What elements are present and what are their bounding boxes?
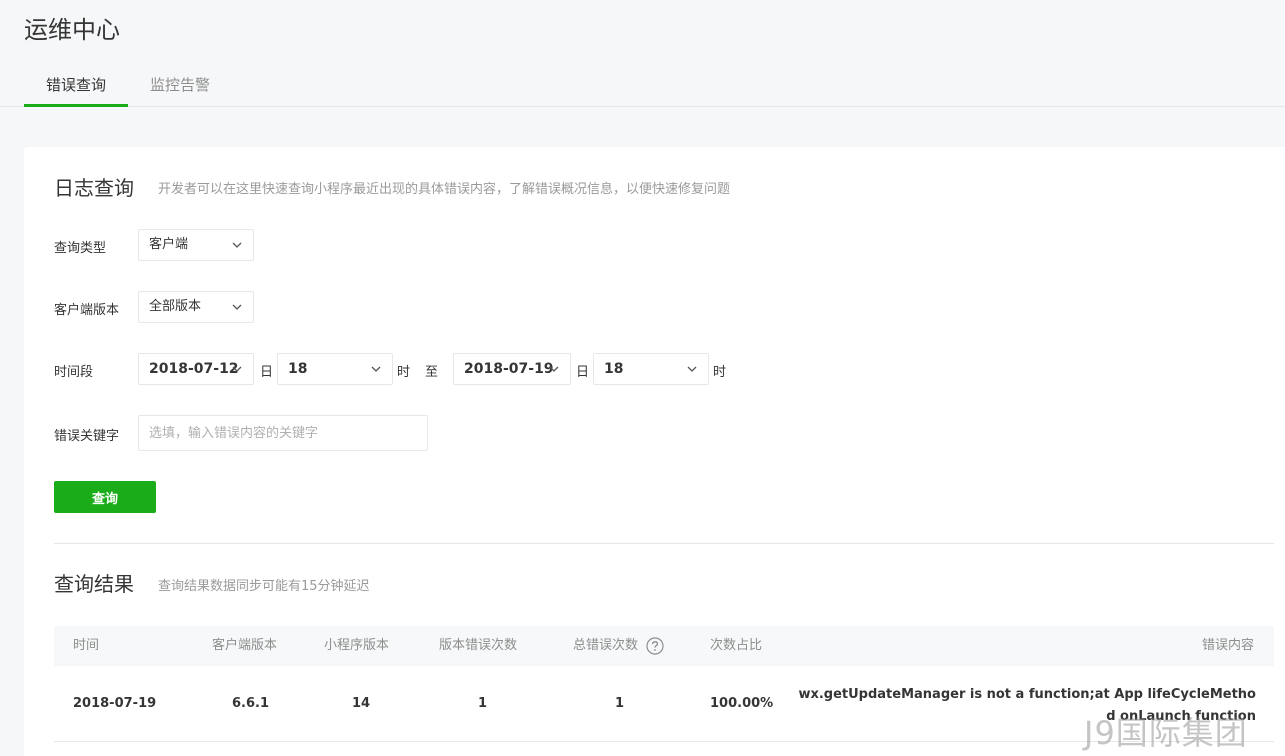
cell-client-version: 6.6.1 xyxy=(232,696,270,711)
log-query-description: 开发者可以在这里快速查询小程序最近出现的具体错误内容，了解错误概况信息，以便快速… xyxy=(158,182,731,197)
to-label: 至 xyxy=(425,365,439,380)
start-hour-select[interactable]: 18 xyxy=(277,353,393,385)
log-query-title: 日志查询 xyxy=(54,176,134,200)
cell-total-errors: 1 xyxy=(615,696,625,711)
chevron-down-icon xyxy=(232,366,242,372)
divider xyxy=(54,543,1274,544)
end-hour-select[interactable]: 18 xyxy=(593,353,709,385)
start-day-unit: 日 xyxy=(260,365,274,380)
page-title: 运维中心 xyxy=(24,16,120,44)
chevron-down-icon xyxy=(232,242,242,248)
question-help-icon[interactable] xyxy=(646,636,664,655)
column-header-total-errors-label: 总错误次数 xyxy=(573,638,639,653)
chevron-down-icon xyxy=(232,304,242,310)
results-title: 查询结果 xyxy=(54,572,134,596)
query-type-select[interactable]: 客户端 xyxy=(138,229,254,261)
watermark: J9国际集团 xyxy=(1084,714,1248,752)
client-version-value: 全部版本 xyxy=(149,299,202,314)
start-hour-value: 18 xyxy=(288,361,308,377)
column-header-app-version: 小程序版本 xyxy=(324,638,390,653)
cell-version-errors: 1 xyxy=(478,696,488,711)
chevron-down-icon xyxy=(371,366,381,372)
keyword-input[interactable] xyxy=(138,415,428,451)
column-header-client-version: 客户端版本 xyxy=(212,638,278,653)
column-header-version-errors: 版本错误次数 xyxy=(439,638,518,653)
start-date-value: 2018-07-12 xyxy=(149,361,239,377)
main-card: 日志查询 开发者可以在这里快速查询小程序最近出现的具体错误内容，了解错误概况信息… xyxy=(24,147,1285,756)
query-type-label: 查询类型 xyxy=(54,241,107,256)
chevron-down-icon xyxy=(549,366,559,372)
tab-bar: 错误查询 监控告警 xyxy=(0,68,1285,107)
end-date-select[interactable]: 2018-07-19 xyxy=(453,353,571,385)
column-header-error-content: 错误内容 xyxy=(1201,638,1254,653)
end-hour-value: 18 xyxy=(604,361,624,377)
start-hour-unit: 时 xyxy=(397,365,411,380)
keyword-label: 错误关键字 xyxy=(54,429,120,444)
tab-error-query[interactable]: 错误查询 xyxy=(24,68,128,107)
cell-app-version: 14 xyxy=(352,696,371,711)
cell-ratio: 100.00% xyxy=(710,696,774,711)
column-header-total-errors: 总错误次数 xyxy=(573,626,664,666)
end-date-value: 2018-07-19 xyxy=(464,361,554,377)
cell-time: 2018-07-19 xyxy=(73,696,157,711)
end-day-unit: 日 xyxy=(576,365,590,380)
end-hour-unit: 时 xyxy=(713,365,727,380)
table-header: 时间 客户端版本 小程序版本 版本错误次数 总错误次数 次数占比 错误内容 xyxy=(54,626,1274,666)
column-header-time: 时间 xyxy=(73,638,100,653)
tab-monitor-alert[interactable]: 监控告警 xyxy=(128,68,232,106)
query-type-value: 客户端 xyxy=(149,237,189,252)
chevron-down-icon xyxy=(687,366,697,372)
client-version-select[interactable]: 全部版本 xyxy=(138,291,254,323)
time-range-label: 时间段 xyxy=(54,365,94,380)
client-version-label: 客户端版本 xyxy=(54,303,120,318)
column-header-ratio: 次数占比 xyxy=(710,638,763,653)
results-description: 查询结果数据同步可能有15分钟延迟 xyxy=(158,579,370,594)
start-date-select[interactable]: 2018-07-12 xyxy=(138,353,254,385)
query-button[interactable]: 查询 xyxy=(54,481,156,513)
